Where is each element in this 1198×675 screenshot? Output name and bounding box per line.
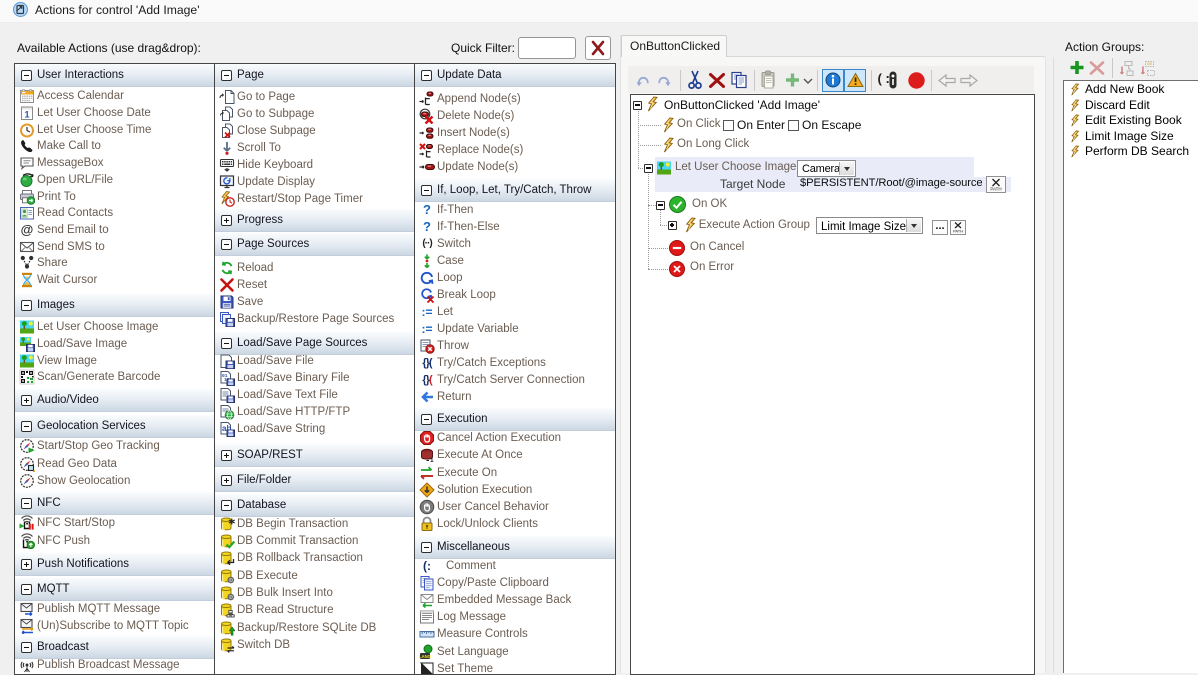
- svg-text:PATH: PATH: [953, 228, 963, 233]
- svg-text:PATH: PATH: [990, 186, 1001, 191]
